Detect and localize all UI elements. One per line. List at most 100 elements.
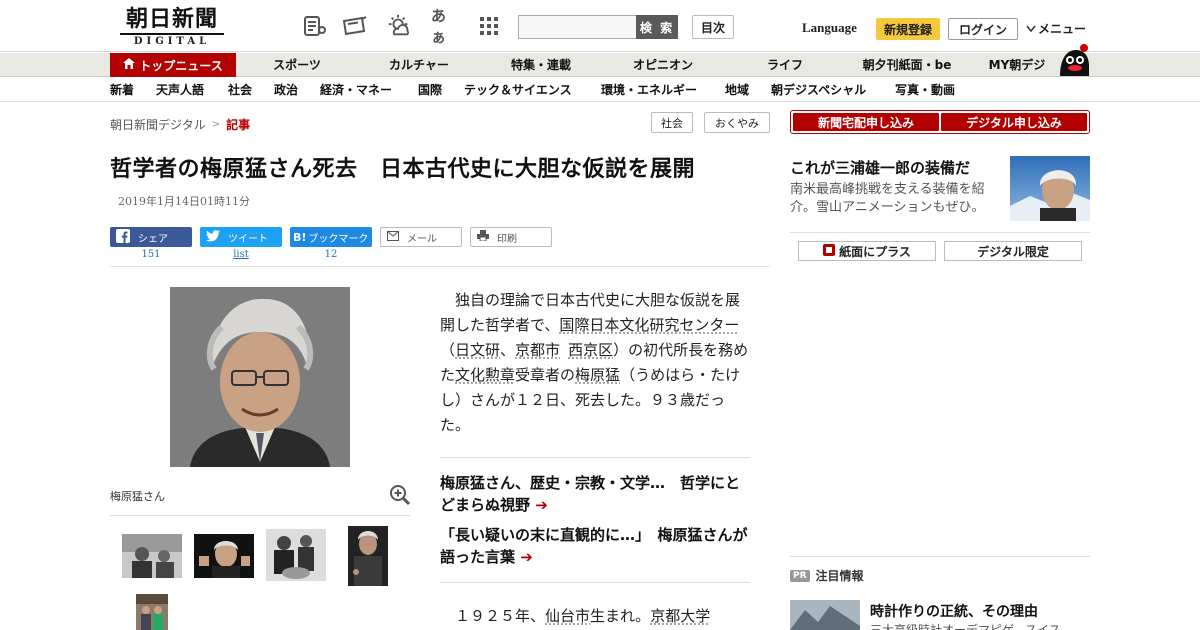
home-icon	[123, 58, 136, 72]
toc-button[interactable]: 目次	[692, 15, 734, 39]
subnav-item-politics[interactable]: 政治	[274, 78, 298, 102]
subnav-item-tech[interactable]: テック＆サイエンス	[464, 78, 572, 102]
subnav-item-region[interactable]: 地域	[725, 78, 749, 102]
menu-button[interactable]: メニュー	[1026, 20, 1086, 37]
signup-button[interactable]: 新規登録	[876, 18, 940, 40]
article-title: 哲学者の梅原猛さん死去 日本古代史に大胆な仮説を展開	[110, 157, 696, 182]
subnav-item-international[interactable]: 国際	[418, 78, 442, 102]
subnav-item-new[interactable]: 新着	[110, 78, 134, 102]
arrow-right-icon: ➔	[520, 548, 533, 566]
related-article-link[interactable]: 「長い疑いの末に直観的に…」 梅原猛さんが語った言葉 ➔	[440, 524, 750, 568]
promo-title[interactable]: これが三浦雄一郎の装備だ	[790, 157, 970, 178]
newspaper-icon[interactable]	[302, 14, 328, 38]
promo-description: 南米最高峰挑戦を支える装備を紹介。雪山アニメーションもぜひ。	[790, 182, 985, 215]
arrow-right-icon: ➔	[535, 496, 548, 514]
ad-title[interactable]: 時計作りの正統、その理由	[870, 601, 1038, 621]
menu-label: メニュー	[1038, 22, 1087, 36]
print-button[interactable]: 印刷	[470, 227, 552, 247]
article-date: 2019年1月14日01時11分	[118, 195, 250, 208]
nav-item-my-asahi[interactable]: MY朝デジ	[989, 53, 1046, 77]
paper-plus-label: 紙面にプラス	[839, 244, 911, 259]
term-link[interactable]: 国際日本文化研究センター	[559, 316, 739, 334]
twitter-share-label: ツイート	[228, 233, 268, 245]
twitter-share-button[interactable]: ツイート	[200, 227, 282, 247]
photo-thumbnail[interactable]	[266, 529, 326, 581]
chevron-down-icon	[1026, 22, 1036, 36]
twitter-share-count[interactable]: list	[200, 249, 282, 260]
related-article-title: 梅原猛さん、歴史・宗教・文学… 哲学にとどまらぬ視野	[440, 474, 741, 514]
mascot-icon[interactable]	[1056, 42, 1092, 78]
term-link[interactable]: 文化勲章	[455, 366, 515, 384]
site-logo[interactable]: 朝日新聞 DIGITAL	[112, 6, 232, 47]
ad-subtitle: 三大高級時計オーデマピゲ、スイス	[870, 623, 1061, 630]
photo-thumbnail[interactable]	[348, 526, 388, 586]
hatena-bookmark-label: ブックマーク	[308, 233, 369, 245]
nav-item-paper[interactable]: 朝夕刊紙面・be	[863, 53, 952, 77]
nav-item-culture[interactable]: カルチャー	[389, 53, 449, 77]
subnav-item-special[interactable]: 朝デジスペシャル	[771, 78, 866, 102]
search-button[interactable]: 検 索	[636, 15, 678, 39]
hatena-bookmark-button[interactable]: B! ブックマーク	[290, 227, 372, 247]
breadcrumb-home[interactable]: 朝日新聞デジタル	[110, 116, 206, 133]
sub-nav: 新着 天声人語 社会 政治 経済・マネー 国際 テック＆サイエンス 環境・エネル…	[0, 78, 1200, 102]
breadcrumb: 朝日新聞デジタル > 記事	[110, 116, 250, 133]
photo-thumbnail[interactable]	[194, 534, 254, 578]
logo-sub: DIGITAL	[120, 33, 224, 47]
subnav-item-photo[interactable]: 写真・動画	[895, 78, 955, 102]
logo-text: 朝日新聞	[125, 6, 218, 32]
term-link[interactable]: 西京区	[568, 341, 613, 359]
ad-image[interactable]	[790, 600, 860, 630]
article-body: 独自の理論で日本古代史に大胆な仮説を展開した哲学者で、国際日本文化研究センター（…	[440, 288, 750, 438]
hatena-icon: B!	[293, 230, 307, 244]
photo-thumbnail[interactable]	[136, 594, 168, 630]
photo-thumbnail[interactable]	[122, 534, 182, 578]
grid-menu-icon[interactable]	[476, 14, 502, 38]
zoom-in-icon[interactable]	[389, 484, 411, 506]
term-link[interactable]: 京都大学	[650, 607, 710, 625]
related-article-title: 「長い疑いの末に直観的に…」 梅原猛さんが語った言葉	[440, 526, 748, 566]
subscribe-digital-button[interactable]: デジタル申し込み	[941, 113, 1087, 131]
facebook-icon	[116, 228, 130, 246]
divider	[440, 457, 750, 458]
term-link[interactable]: 仙台市	[545, 607, 590, 625]
digital-only-button[interactable]: デジタル限定	[944, 241, 1082, 261]
term-link[interactable]: 日文研	[455, 341, 500, 359]
login-button[interactable]: ログイン	[948, 18, 1018, 40]
nav-top-news[interactable]: トップニュース	[110, 53, 236, 77]
term-link[interactable]: 京都市	[515, 341, 560, 359]
body-text: 受章者の	[515, 366, 576, 384]
search-input[interactable]	[518, 15, 636, 39]
weather-icon[interactable]	[386, 14, 412, 38]
nav-item-life[interactable]: ライフ	[767, 53, 803, 77]
article-body-continued: １９２５年、仙台市生まれ。京都大学	[440, 604, 750, 629]
related-article-link[interactable]: 梅原猛さん、歴史・宗教・文学… 哲学にとどまらぬ視野 ➔	[440, 472, 750, 516]
facebook-share-button[interactable]: シェア	[110, 227, 192, 247]
pr-label: 注目情報	[815, 569, 864, 583]
promo-image[interactable]	[1010, 156, 1090, 221]
site-header: 朝日新聞 DIGITAL あぁ 検 索 目次 Language 新規登録 ログイ…	[0, 0, 1200, 52]
tag-society[interactable]: 社会	[651, 112, 693, 133]
hatena-bookmark-count: 12	[324, 249, 338, 260]
language-link[interactable]: Language	[802, 20, 857, 36]
nav-item-opinion[interactable]: オピニオン	[633, 53, 693, 77]
paper-plus-button[interactable]: 紙面にプラス	[798, 241, 936, 261]
nav-item-sports[interactable]: スポーツ	[273, 53, 321, 77]
paper-plus-icon	[823, 243, 836, 259]
photo-caption: 梅原猛さん	[110, 490, 165, 503]
subnav-item-economy[interactable]: 経済・マネー	[320, 78, 392, 102]
mail-share-button[interactable]: メール	[380, 227, 462, 247]
subnav-item-environment[interactable]: 環境・エネルギー	[601, 78, 697, 102]
divider	[110, 515, 410, 516]
divider	[790, 232, 1090, 233]
nav-top-news-label: トップニュース	[139, 58, 223, 73]
body-text: １９２５年、	[440, 607, 546, 625]
subnav-item-society[interactable]: 社会	[228, 78, 252, 102]
subscribe-paper-button[interactable]: 新聞宅配申し込み	[793, 113, 939, 131]
article-photo[interactable]	[170, 287, 350, 467]
term-link[interactable]: 梅原猛	[575, 366, 620, 384]
nav-item-features[interactable]: 特集・連載	[511, 53, 571, 77]
ticket-icon[interactable]	[342, 14, 368, 38]
subnav-item-tensei[interactable]: 天声人語	[156, 78, 204, 102]
tag-obituary[interactable]: おくやみ	[704, 112, 770, 133]
font-size-icon[interactable]: あぁ	[431, 7, 457, 46]
